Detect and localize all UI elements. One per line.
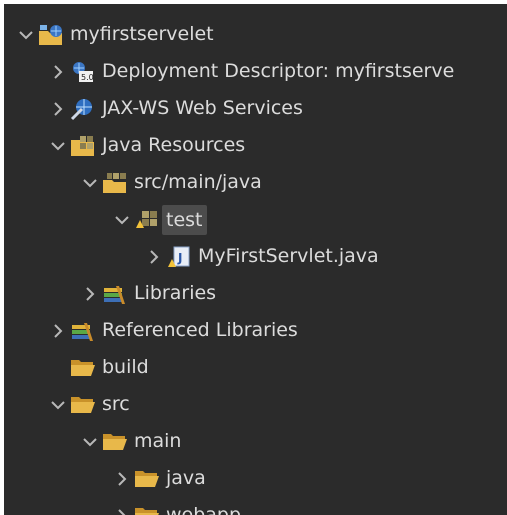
tree-item-label: myfirstservelet [70,23,214,45]
tree-row-java[interactable]: java [112,460,206,497]
tree-row-src[interactable]: src [48,386,130,423]
java-resources-icon [70,134,96,158]
libraries-icon [102,282,128,306]
tree-item-label: webapp [166,504,242,515]
svg-text:5.0: 5.0 [81,73,94,82]
tree-row-jax-ws-web-services[interactable]: JAX-WS Web Services [48,90,303,127]
tree-row-libraries[interactable]: Libraries [80,275,216,312]
tree-row-main[interactable]: main [80,423,181,460]
tree-item-label: MyFirstServlet.java [198,245,379,267]
chevron-right-icon[interactable] [144,238,164,275]
tree-row-build[interactable]: build [48,349,149,386]
chevron-down-icon[interactable] [80,423,100,460]
chevron-down-icon[interactable] [48,386,68,423]
folder-icon [102,430,128,454]
web-services-icon [70,97,96,121]
tree-item-label: src [102,393,130,415]
web-project-icon [38,23,64,47]
java-file-icon: J [166,245,192,269]
chevron-right-icon[interactable] [112,460,132,497]
tree-item-label: java [166,467,206,489]
folder-icon [70,393,96,417]
tree-row-referenced-libraries[interactable]: Referenced Libraries [48,312,298,349]
chevron-right-icon[interactable] [80,275,100,312]
libraries-icon [70,319,96,343]
folder-icon [134,504,160,515]
tree-row-myfirstservlet-java[interactable]: J MyFirstServlet.java [144,238,379,275]
folder-icon [70,356,96,380]
tree-row-webapp[interactable]: webapp [112,497,241,515]
svg-text:J: J [177,251,182,265]
cropped-top-edge [0,0,507,4]
tree-row-src-main-java[interactable]: src/main/java [80,164,262,201]
tree-row-java-resources[interactable]: Java Resources [48,127,245,164]
tree-row-test-package[interactable]: test [112,201,207,238]
package-icon [134,208,160,232]
chevron-down-icon[interactable] [48,127,68,164]
chevron-right-icon[interactable] [48,53,68,90]
tree-item-label: main [134,430,182,452]
folder-icon [134,467,160,491]
chevron-placeholder [48,349,68,386]
chevron-right-icon[interactable] [112,497,132,515]
tree-item-label: Java Resources [102,134,246,156]
tree-row-myfirstservelet[interactable]: myfirstservelet [16,16,214,53]
chevron-down-icon[interactable] [16,16,36,53]
tree-item-label: build [102,356,149,378]
cropped-divider [44,0,104,4]
tree-item-label: Referenced Libraries [102,319,298,341]
source-folder-icon [102,171,128,195]
deployment-descriptor-icon: 5.0 [70,60,96,84]
tree-row-deployment-descriptor[interactable]: 5.0 Deployment Descriptor: myfirstserve [48,53,454,90]
project-explorer-tree: myfirstservelet 5.0 Deployment Descripto… [4,0,507,515]
tree-item-label: Libraries [134,282,217,304]
chevron-down-icon[interactable] [112,201,132,238]
tree-item-label: src/main/java [134,171,262,193]
tree-item-label: JAX-WS Web Services [102,97,303,119]
tree-item-label: test [162,204,207,235]
chevron-right-icon[interactable] [48,90,68,127]
chevron-down-icon[interactable] [80,164,100,201]
tree-item-label: Deployment Descriptor: myfirstserve [102,60,455,82]
chevron-right-icon[interactable] [48,312,68,349]
